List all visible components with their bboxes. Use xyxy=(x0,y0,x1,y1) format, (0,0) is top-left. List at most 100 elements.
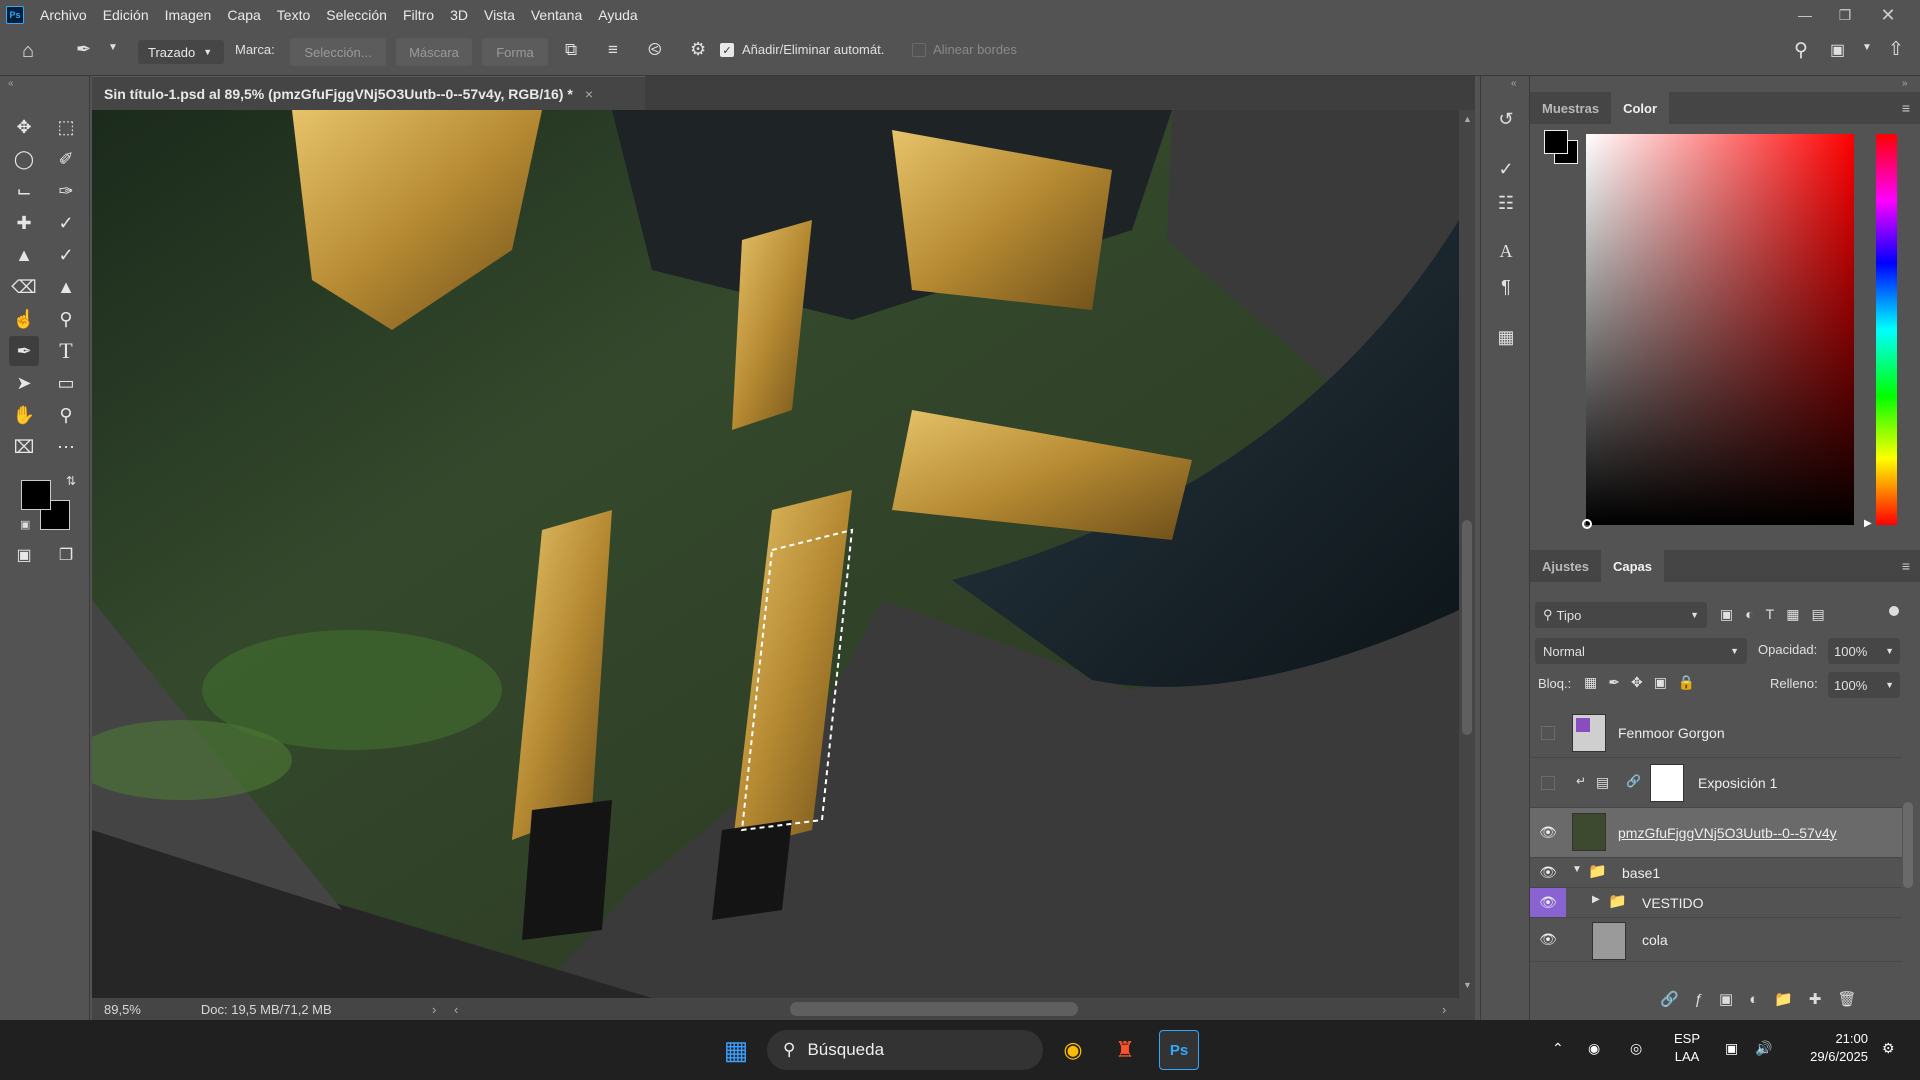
collapse-icon[interactable]: « xyxy=(8,78,14,89)
tab-color[interactable]: Color xyxy=(1611,92,1670,124)
layer-name[interactable]: VESTIDO xyxy=(1642,895,1703,911)
menu-ayuda[interactable]: Ayuda xyxy=(590,7,645,23)
type-tool-icon[interactable]: T xyxy=(51,336,81,366)
menu-imagen[interactable]: Imagen xyxy=(157,7,220,23)
crop-tool-icon[interactable]: ⌙ xyxy=(9,176,39,206)
zoom-level[interactable]: 89,5% xyxy=(104,1002,141,1017)
eraser-tool-icon[interactable]: ⌫ xyxy=(9,272,39,302)
menu-filtro[interactable]: Filtro xyxy=(395,7,442,23)
layer-name[interactable]: pmzGfuFjggVNj5O3Uutb--0--57v4y xyxy=(1618,825,1837,841)
layer-row[interactable]: 👁 ▶ 📁 VESTIDO xyxy=(1530,888,1902,918)
layer-filter-icons[interactable]: ▣◐T▦▤ xyxy=(1720,606,1837,623)
network-icon[interactable]: ▣ xyxy=(1725,1040,1738,1057)
hue-slider-handle[interactable]: ▶ xyxy=(1864,518,1872,529)
menu-archivo[interactable]: Archivo xyxy=(32,7,95,23)
path-selection-icon[interactable]: ➤ xyxy=(9,368,39,398)
tray-overflow-icon[interactable]: ⌃ xyxy=(1552,1040,1564,1057)
workspace-icon[interactable]: ▣ xyxy=(1830,40,1845,60)
eye-icon[interactable]: 👁 xyxy=(1530,858,1566,887)
eyedropper-tool-icon[interactable]: ✑ xyxy=(51,176,81,206)
menu-capa[interactable]: Capa xyxy=(219,7,268,23)
windows-start-icon[interactable]: ▦ xyxy=(716,1030,756,1070)
swap-colors-icon[interactable]: ⇅ xyxy=(66,474,76,488)
layers-scroll-thumb[interactable] xyxy=(1903,802,1913,888)
visibility-toggle[interactable] xyxy=(1530,758,1566,807)
filter-toggle-icon[interactable] xyxy=(1889,606,1899,616)
scroll-right-icon[interactable]: › xyxy=(1442,1002,1446,1017)
mascara-button[interactable]: Máscara xyxy=(396,38,472,66)
path-alignment-icon[interactable]: ≡ xyxy=(608,40,618,60)
home-icon[interactable]: ⌂ xyxy=(22,40,34,63)
layer-name[interactable]: Exposición 1 xyxy=(1698,775,1777,791)
brush-tool-icon[interactable]: ✓ xyxy=(51,208,81,238)
scroll-left-icon[interactable]: ‹ xyxy=(454,1002,458,1017)
frame-tool-icon[interactable]: ⌧ xyxy=(9,432,39,462)
quick-mask-icon[interactable]: ▣ xyxy=(9,540,39,570)
chevron-down-icon[interactable]: ▼ xyxy=(1862,42,1872,53)
quick-selection-icon[interactable]: ✐ xyxy=(51,144,81,174)
scroll-down-icon[interactable]: ▼ xyxy=(1463,980,1472,990)
menu-ventana[interactable]: Ventana xyxy=(523,7,590,23)
document-canvas[interactable] xyxy=(92,110,1459,998)
chrome-icon[interactable]: ◉ xyxy=(1053,1030,1093,1070)
auto-add-checkbox[interactable]: ✓ xyxy=(720,43,734,57)
opacity-input[interactable]: 100% ▼ xyxy=(1828,638,1900,664)
chevron-down-icon[interactable]: ▼ xyxy=(108,42,118,53)
color-picker-handle[interactable] xyxy=(1582,519,1592,529)
align-edges-checkbox[interactable] xyxy=(912,43,926,57)
layer-row[interactable]: ↵ ▤ 🔗 Exposición 1 xyxy=(1530,758,1902,808)
pen-tool-icon[interactable]: ✒ xyxy=(9,336,39,366)
volume-icon[interactable]: 🔊 xyxy=(1755,1040,1772,1057)
pen-tool-preset-icon[interactable]: ✒ xyxy=(76,39,91,60)
collapse-icon[interactable]: « xyxy=(1511,78,1517,89)
forma-button[interactable]: Forma xyxy=(482,38,548,66)
link-icon[interactable]: 🔗 xyxy=(1626,774,1641,788)
lasso-tool-icon[interactable]: ◯ xyxy=(9,144,39,174)
hand-tool-icon[interactable]: ✋ xyxy=(9,400,39,430)
marquee-tool-icon[interactable]: ⬚ xyxy=(51,112,81,142)
eye-icon[interactable]: 👁 xyxy=(1530,918,1566,961)
brave-icon[interactable]: ♜ xyxy=(1105,1030,1145,1070)
fill-input[interactable]: 100% ▼ xyxy=(1828,672,1900,698)
healing-brush-icon[interactable]: ✚ xyxy=(9,208,39,238)
dodge-tool-icon[interactable]: ⚲ xyxy=(51,304,81,334)
search-icon[interactable]: ⚲ xyxy=(1794,39,1808,62)
tab-muestras[interactable]: Muestras xyxy=(1530,92,1611,124)
character-icon[interactable]: A xyxy=(1491,236,1521,266)
paint-bucket-icon[interactable]: ▲ xyxy=(51,272,81,302)
layer-filter-select[interactable]: ⚲ Tipo ▼ xyxy=(1535,602,1707,628)
chevron-down-icon[interactable]: ▼ xyxy=(1572,864,1582,875)
stamp-tool-icon[interactable]: ▲ xyxy=(9,240,39,270)
paragraph-icon[interactable]: ¶ xyxy=(1491,272,1521,302)
tab-capas[interactable]: Capas xyxy=(1600,550,1664,582)
seleccion-button[interactable]: Selección... xyxy=(290,38,386,66)
menu-texto[interactable]: Texto xyxy=(269,7,318,23)
vertical-scroll-thumb[interactable] xyxy=(1462,520,1472,735)
history-icon[interactable]: ↺ xyxy=(1491,104,1521,134)
notifications-icon[interactable]: ⚙ xyxy=(1882,1040,1895,1057)
smudge-tool-icon[interactable]: ☝ xyxy=(9,304,39,334)
hue-slider[interactable] xyxy=(1876,134,1897,525)
move-tool-icon[interactable]: ✥ xyxy=(9,112,39,142)
zoom-tool-icon[interactable]: ⚲ xyxy=(51,400,81,430)
history-brush-icon[interactable]: ✓ xyxy=(51,240,81,270)
share-icon[interactable]: ⇧ xyxy=(1888,38,1904,61)
status-expand-icon[interactable]: › xyxy=(432,1002,436,1017)
panel-menu-icon[interactable]: ≡ xyxy=(1902,558,1910,574)
layer-row[interactable]: 👁 cola xyxy=(1530,918,1902,962)
visibility-toggle[interactable] xyxy=(1530,708,1566,757)
discord-icon[interactable]: ◉ xyxy=(1588,1040,1600,1057)
color-foreground-swatch[interactable] xyxy=(1544,130,1568,154)
document-tab[interactable]: Sin título-1.psd al 89,5% (pmzGfuFjggVNj… xyxy=(92,76,645,110)
foreground-color-swatch[interactable] xyxy=(21,480,51,510)
path-arrangement-icon[interactable]: ⧀ xyxy=(648,40,662,60)
adjustments-icon[interactable]: ☷ xyxy=(1491,188,1521,218)
eye-icon[interactable]: 👁 xyxy=(1530,808,1566,857)
restore-icon[interactable]: ❐ xyxy=(1825,0,1865,30)
clock[interactable]: 21:00 29/6/2025 xyxy=(1796,1030,1868,1066)
path-operations-icon[interactable]: ⧉ xyxy=(565,40,577,60)
blend-mode-select[interactable]: Normal ▼ xyxy=(1535,638,1747,664)
layer-name[interactable]: cola xyxy=(1642,932,1668,948)
close-tab-icon[interactable]: × xyxy=(585,86,593,102)
layer-actions-bar[interactable]: 🔗ƒ▣◐📁✚🗑 xyxy=(1660,990,1873,1008)
